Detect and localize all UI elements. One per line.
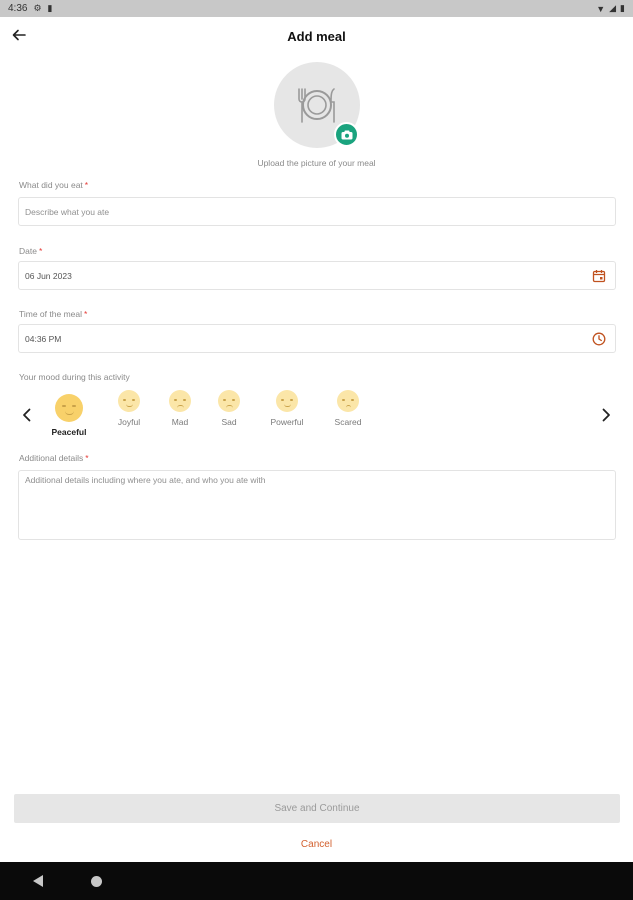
mood-option-label: Sad [221,417,237,427]
meal-placeholder: Describe what you ate [25,206,110,217]
camera-button[interactable] [334,122,359,147]
time-field[interactable]: 04:36 PM [18,324,616,353]
battery-icon: ▮ [620,3,625,13]
date-label-text: Date [19,246,37,256]
signal-icon: ◢ [609,3,617,13]
mood-option-peaceful[interactable]: Peaceful [37,390,101,437]
status-time: 4:36 [8,3,28,14]
mood-option-label: Mad [171,417,189,427]
cancel-button[interactable]: Cancel [0,839,633,850]
upload-hint: Upload the picture of your meal [257,158,376,168]
required-mark: * [84,309,88,319]
time-label: Time of the meal * [19,309,87,319]
mood-option-scared[interactable]: Scared [316,390,380,427]
time-label-text: Time of the meal [19,309,82,319]
sim-icon: ▮ [47,3,53,13]
mood-option-label: Scared [334,417,362,427]
mad-face-icon [169,390,191,412]
peaceful-face-icon [55,394,83,422]
meal-label-text: What did you eat [19,180,83,190]
camera-icon [341,130,352,139]
mood-selector: Peaceful Joyful Mad Sad Powerful Scared [0,390,633,446]
time-value: 04:36 PM [25,333,62,344]
system-nav-bar [0,862,633,900]
status-bar: 4:36 ⚙ ▮ ▼ ◢ ▮ [0,0,633,17]
plate-cutlery-icon [298,88,335,123]
scared-face-icon [337,390,359,412]
required-mark: * [85,453,89,463]
date-value: 06 Jun 2023 [25,270,72,281]
meal-label: What did you eat * [19,180,88,190]
date-label: Date * [19,246,42,256]
details-label: Additional details * [19,453,89,463]
mood-option-powerful[interactable]: Powerful [255,390,319,427]
mood-option-label: Powerful [270,417,304,427]
powerful-face-icon [276,390,298,412]
required-mark: * [84,180,89,190]
sad-face-icon [218,390,240,412]
save-and-continue-button[interactable]: Save and Continue [14,794,620,823]
page-title: Add meal [287,29,346,44]
mood-option-sad[interactable]: Sad [197,390,261,427]
app-header: Add meal [0,17,633,57]
details-label-text: Additional details [19,453,84,463]
gear-icon: ⚙ [33,3,42,13]
details-textarea[interactable]: Additional details including where you a… [18,470,616,540]
mood-option-label: Peaceful [51,427,87,437]
mood-label: Your mood during this activity [19,372,130,382]
chevron-left-icon[interactable] [20,408,34,422]
joyful-face-icon [118,390,140,412]
nav-back-icon[interactable] [33,875,43,887]
meal-input[interactable]: Describe what you ate [18,197,616,226]
required-mark: * [38,246,43,256]
wifi-icon: ▼ [596,3,606,14]
calendar-icon[interactable] [592,269,606,283]
mood-option-label: Joyful [117,417,141,427]
clock-icon[interactable] [592,332,606,346]
date-field[interactable]: 06 Jun 2023 [18,261,616,290]
chevron-right-icon[interactable] [599,408,613,422]
details-placeholder: Additional details including where you a… [25,475,266,485]
nav-home-icon[interactable] [91,876,102,887]
